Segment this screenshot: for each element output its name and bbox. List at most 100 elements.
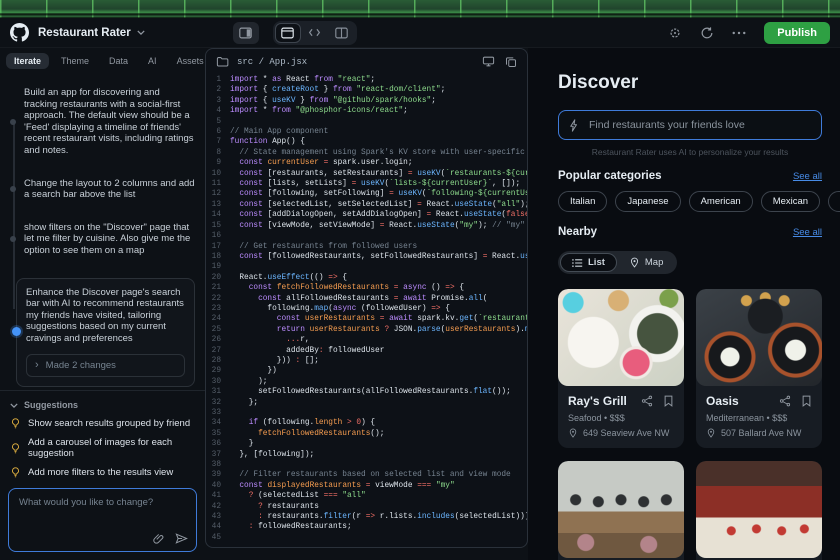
line-number: 10 — [211, 169, 221, 178]
folder-icon[interactable] — [216, 56, 229, 67]
chat-message: Build an app for discovering and trackin… — [10, 87, 195, 157]
category-chip-italian[interactable]: Italian — [558, 191, 608, 212]
preview-view-button[interactable] — [274, 22, 301, 43]
made-changes-toggle[interactable]: › Made 2 changes — [26, 353, 185, 377]
line-number: 24 — [211, 315, 221, 324]
browser-view-icon — [281, 27, 294, 39]
panel-tab-data[interactable]: Data — [101, 53, 136, 69]
suggestion-item[interactable]: Show search results grouped by friend — [8, 414, 197, 433]
suggestion-item[interactable]: Add more filters to the results view — [8, 463, 197, 482]
code-line: 19 — [206, 262, 527, 272]
view-toggle-list[interactable]: List — [560, 253, 617, 272]
sparkle-bolt-icon — [569, 118, 579, 132]
code-line: 18 const [followedRestaurants, setFollow… — [206, 252, 527, 262]
code-line: 3 import { useKV } from "@github/spark/ho… — [206, 96, 527, 106]
restaurant-meta: Mediterranean • $$$ — [706, 413, 788, 423]
category-chip-japanese[interactable]: Japanese — [615, 191, 681, 212]
line-number: 15 — [211, 221, 221, 230]
publish-button[interactable]: Publish — [764, 21, 830, 44]
line-number: 14 — [211, 211, 221, 220]
line-number: 31 — [211, 388, 221, 397]
prompt-composer — [8, 488, 197, 552]
code-line: 25 return userRestaurants ? JSON.parse(u… — [206, 325, 527, 335]
suggestions-list: Show search results grouped by friend Add… — [8, 414, 197, 482]
line-number: 37 — [211, 450, 221, 459]
panel-tab-iterate[interactable]: Iterate — [6, 53, 50, 69]
prompt-input[interactable] — [17, 495, 190, 531]
copy-icon[interactable] — [505, 56, 517, 68]
code-line: 44 : followedRestaurants; — [206, 522, 527, 532]
suggestion-item[interactable]: Add a carousel of images for each sugges… — [8, 433, 197, 463]
restaurant-name: Ray's Grill — [568, 394, 627, 408]
split-view-button[interactable] — [329, 23, 355, 43]
paperclip-icon[interactable] — [153, 533, 165, 545]
code-line: 45 — [206, 533, 527, 543]
suggestion-label: Add more filters to the results view — [28, 467, 174, 478]
app-title[interactable]: Restaurant Rater — [38, 27, 131, 39]
restaurant-photo — [696, 289, 822, 386]
github-octocat-logo[interactable] — [10, 23, 29, 42]
category-chip-row: Italian Japanese American Mexican Chinese — [558, 191, 840, 212]
code-line: 24 const userRestaurants = await spark.k… — [206, 314, 527, 324]
ai-disclaimer: Restaurant Rater uses AI to personalize … — [591, 147, 789, 157]
category-chip-american[interactable]: American — [688, 191, 753, 212]
category-chip-mexican[interactable]: Mexican — [760, 191, 821, 212]
code-line: 29 }) — [206, 366, 527, 376]
section-title: Nearby — [558, 226, 597, 238]
restaurant-card-oasis[interactable]: Oasis Mediterranean • $$$ 507 Ballard Ave … — [696, 289, 822, 448]
panel-tab-ai[interactable]: AI — [140, 53, 165, 69]
share-icon[interactable] — [779, 395, 791, 407]
bookmark-icon[interactable] — [663, 395, 674, 407]
code-line: 22 const allFollowedRestaurants = await … — [206, 294, 527, 304]
split-view-icon — [335, 27, 348, 39]
restaurant-card-info: Ray's Grill Seafood • $$$ 649 Seaview Ave … — [558, 386, 684, 448]
refresh-icon — [700, 26, 714, 40]
bookmark-icon[interactable] — [801, 395, 812, 407]
code-line: 42 ? restaurants — [206, 502, 527, 512]
chat-message-text: show filters on the "Discover" page that… — [24, 221, 191, 256]
code-listing[interactable]: 1 import * as React from "react"; 2 import … — [206, 74, 527, 547]
send-icon[interactable] — [175, 533, 188, 545]
refresh-button[interactable] — [694, 22, 720, 44]
more-options-button[interactable] — [726, 22, 752, 44]
restaurant-name-row: Ray's Grill — [568, 394, 674, 408]
card-actions — [779, 395, 812, 407]
code-line: 4 import * from "@phosphor-icons/react"; — [206, 106, 527, 116]
category-chip-chinese[interactable]: Chinese — [828, 191, 840, 212]
code-view-button[interactable] — [302, 23, 328, 43]
see-all-link[interactable]: See all — [793, 227, 822, 238]
monitor-icon[interactable] — [482, 56, 495, 68]
lightbulb-icon — [10, 467, 21, 478]
file-breadcrumb[interactable]: src / App.jsx — [237, 57, 307, 67]
sidebar-toggle-button[interactable] — [232, 21, 259, 44]
code-line: 34 if (following.length > 0) { — [206, 418, 527, 428]
code-view-icon — [308, 27, 321, 38]
address-text: 507 Ballard Ave NW — [721, 428, 802, 438]
see-all-link[interactable]: See all — [793, 171, 822, 182]
restaurant-card-ocho[interactable]: Ocho — [696, 461, 822, 560]
chevron-down-icon[interactable] — [137, 30, 145, 35]
code-line: 5 — [206, 117, 527, 127]
line-number: 44 — [211, 523, 221, 532]
line-number: 22 — [211, 294, 221, 303]
suggestions-header[interactable]: Suggestions — [8, 398, 197, 414]
line-number: 25 — [211, 325, 221, 334]
toggle-label: Map — [644, 257, 664, 268]
code-line: 15 const [viewMode, setViewMode] = React… — [206, 221, 527, 231]
panel-tab-theme[interactable]: Theme — [53, 53, 97, 69]
line-number: 8 — [216, 148, 221, 157]
code-line: 37 }, [following]); — [206, 450, 527, 460]
chat-message-text: Change the layout to 2 columns and add a… — [24, 177, 195, 201]
search-input[interactable] — [587, 118, 811, 132]
panel-tab-bar: Iterate Theme Data AI Assets — [0, 48, 205, 73]
restaurant-card-asadero[interactable]: Asadero — [558, 461, 684, 560]
code-editor-panel: src / App.jsx 1 import * as React from "r… — [205, 48, 528, 548]
restaurant-photo — [558, 461, 684, 558]
share-icon[interactable] — [641, 395, 653, 407]
restaurant-card-ray-s-grill[interactable]: Ray's Grill Seafood • $$$ 649 Seaview Ave … — [558, 289, 684, 448]
line-number: 3 — [216, 96, 221, 105]
decorative-grid-banner — [0, 0, 840, 18]
suggestion-label: Add a carousel of images for each sugges… — [28, 437, 173, 459]
target-button[interactable] — [662, 22, 688, 44]
view-toggle-map[interactable]: Map — [617, 253, 675, 272]
